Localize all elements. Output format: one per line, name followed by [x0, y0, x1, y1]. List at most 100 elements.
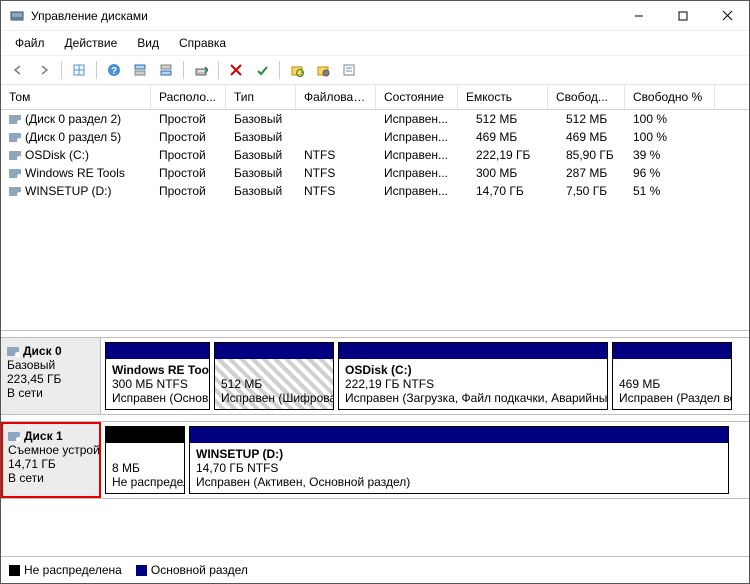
column-header[interactable]: Свободно % [625, 85, 715, 109]
cell [296, 128, 376, 146]
cell: Исправен... [376, 146, 458, 164]
cell: (Диск 0 раздел 2) [1, 110, 151, 128]
list-top-icon[interactable] [129, 59, 151, 81]
column-header[interactable]: Тип [226, 85, 296, 109]
cell: 287 МБ [548, 164, 625, 182]
volumes-table: ТомРасполо...ТипФайловая с...СостояниеЕм… [1, 85, 749, 331]
check-icon[interactable] [251, 59, 273, 81]
app-icon [9, 8, 25, 24]
partition-header-bar [215, 343, 333, 359]
cell: 51 % [625, 182, 715, 200]
partition-header-bar [613, 343, 731, 359]
cell: Исправен... [376, 182, 458, 200]
cell: (Диск 0 раздел 5) [1, 128, 151, 146]
cell: Исправен... [376, 128, 458, 146]
column-header[interactable]: Свобод... [548, 85, 625, 109]
cell: 39 % [625, 146, 715, 164]
cell: 96 % [625, 164, 715, 182]
menu-view[interactable]: Вид [129, 34, 167, 52]
help-icon[interactable]: ? [103, 59, 125, 81]
disk-label[interactable]: Диск 1Съемное устройство14,71 ГБВ сети [1, 422, 101, 498]
cell: Простой [151, 128, 226, 146]
partition[interactable]: 512 МБИсправен (Шифрованный (EFI) систем… [214, 342, 334, 410]
cell: Базовый [226, 146, 296, 164]
legend-primary: Основной раздел [136, 563, 248, 577]
table-row[interactable]: (Диск 0 раздел 2)ПростойБазовый Исправен.… [1, 110, 749, 128]
cell: Базовый [226, 110, 296, 128]
legend: Не распределена Основной раздел [1, 556, 749, 583]
disk-management-window: Управление дисками ФайлДействиеВидСправк… [0, 0, 750, 584]
column-header[interactable]: Емкость [458, 85, 548, 109]
cell: NTFS [296, 164, 376, 182]
partition-info: 469 МБИсправен (Раздел восстановления) [613, 359, 731, 409]
folder-refresh-icon[interactable] [286, 59, 308, 81]
cell: Простой [151, 110, 226, 128]
cell: Простой [151, 182, 226, 200]
partitions-lane: 8 МБНе распределенаWINSETUP (D:)14,70 ГБ… [101, 422, 749, 498]
cell: 469 МБ [458, 128, 548, 146]
cell: 100 % [625, 128, 715, 146]
cell: 222,19 ГБ [458, 146, 548, 164]
cell: Базовый [226, 182, 296, 200]
back-button[interactable] [7, 59, 29, 81]
partitions-lane: Windows RE Tools300 МБ NTFSИсправен (Осн… [101, 338, 749, 414]
cell: 100 % [625, 110, 715, 128]
cell: Windows RE Tools [1, 164, 151, 182]
partition-info: WINSETUP (D:)14,70 ГБ NTFSИсправен (Акти… [190, 443, 728, 493]
disk-map: Диск 0Базовый223,45 ГБВ сетиWindows RE T… [1, 331, 749, 556]
partition-info: 8 МБНе распределена [106, 443, 184, 493]
cell: 512 МБ [458, 110, 548, 128]
legend-unallocated: Не распределена [9, 563, 122, 577]
table-row[interactable]: WINSETUP (D:)ПростойБазовыйNTFSИсправен.… [1, 182, 749, 200]
properties-icon[interactable] [338, 59, 360, 81]
delete-icon[interactable] [225, 59, 247, 81]
titlebar: Управление дисками [1, 1, 749, 31]
cell: Простой [151, 164, 226, 182]
partition-header-bar [106, 427, 184, 443]
cell: Исправен... [376, 110, 458, 128]
partition-info: 512 МБИсправен (Шифрованный (EFI) систем… [215, 359, 333, 409]
table-row[interactable]: Windows RE ToolsПростойБазовыйNTFSИсправ… [1, 164, 749, 182]
disk-row: Диск 1Съемное устройство14,71 ГБВ сети8 … [1, 421, 749, 499]
minimize-button[interactable] [617, 1, 661, 31]
toolbar-grid-icon[interactable] [68, 59, 90, 81]
menu-file[interactable]: Файл [7, 34, 53, 52]
folder-gear-icon[interactable] [312, 59, 334, 81]
table-header: ТомРасполо...ТипФайловая с...СостояниеЕм… [1, 85, 749, 110]
table-row[interactable]: OSDisk (C:)ПростойБазовыйNTFSИсправен...… [1, 146, 749, 164]
partition[interactable]: 469 МБИсправен (Раздел восстановления) [612, 342, 732, 410]
svg-text:?: ? [111, 66, 117, 77]
cell: NTFS [296, 146, 376, 164]
toolbar: ? [1, 56, 749, 85]
eject-icon[interactable] [190, 59, 212, 81]
cell: Базовый [226, 164, 296, 182]
partition[interactable]: WINSETUP (D:)14,70 ГБ NTFSИсправен (Акти… [189, 426, 729, 494]
list-bottom-icon[interactable] [155, 59, 177, 81]
column-header[interactable]: Состояние [376, 85, 458, 109]
column-header[interactable]: Располо... [151, 85, 226, 109]
partition-header-bar [339, 343, 607, 359]
table-body[interactable]: (Диск 0 раздел 2)ПростойБазовыйИсправен.… [1, 110, 749, 330]
close-button[interactable] [705, 1, 749, 31]
cell: 85,90 ГБ [548, 146, 625, 164]
partition[interactable]: 8 МБНе распределена [105, 426, 185, 494]
column-header[interactable]: Файловая с... [296, 85, 376, 109]
forward-button[interactable] [33, 59, 55, 81]
partition[interactable]: OSDisk (C:)222,19 ГБ NTFSИсправен (Загру… [338, 342, 608, 410]
menubar: ФайлДействиеВидСправка [1, 31, 749, 56]
table-row[interactable]: (Диск 0 раздел 5)ПростойБазовый Исправен.… [1, 128, 749, 146]
menu-help[interactable]: Справка [171, 34, 234, 52]
partition[interactable]: Windows RE Tools300 МБ NTFSИсправен (Осн… [105, 342, 210, 410]
cell: OSDisk (C:) [1, 146, 151, 164]
cell: NTFS [296, 182, 376, 200]
partition-info: OSDisk (C:)222,19 ГБ NTFSИсправен (Загру… [339, 359, 607, 409]
cell: 512 МБ [548, 110, 625, 128]
cell: Базовый [226, 128, 296, 146]
maximize-button[interactable] [661, 1, 705, 31]
menu-action[interactable]: Действие [57, 34, 126, 52]
column-header[interactable]: Том [1, 85, 151, 109]
disk-label[interactable]: Диск 0Базовый223,45 ГБВ сети [1, 338, 101, 414]
cell: 14,70 ГБ [458, 182, 548, 200]
cell: WINSETUP (D:) [1, 182, 151, 200]
cell [296, 110, 376, 128]
